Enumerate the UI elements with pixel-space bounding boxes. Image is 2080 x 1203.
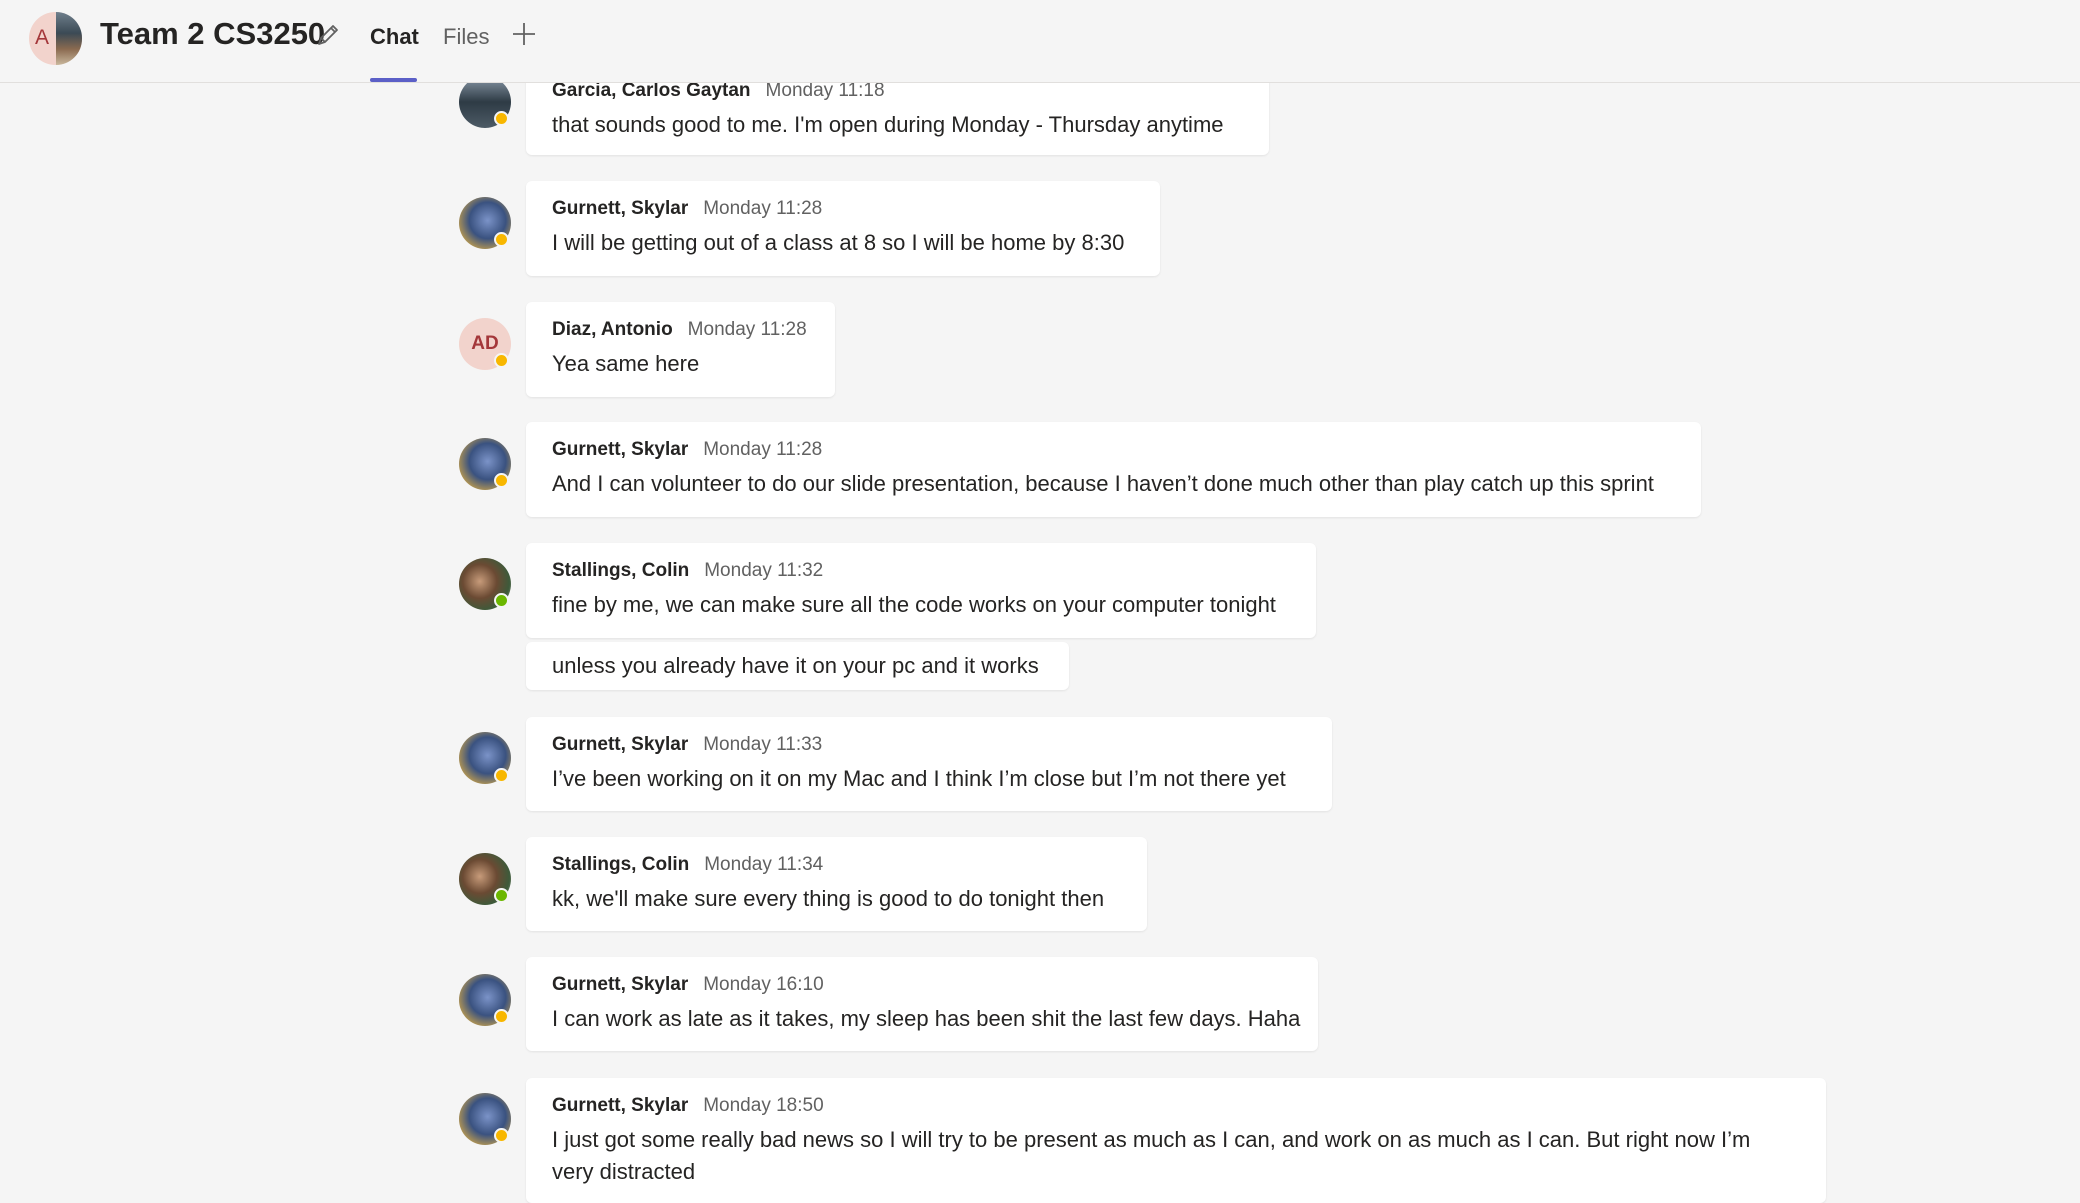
message-bubble[interactable]: Stallings, Colin Monday 11:34 kk, we'll m… bbox=[526, 837, 1147, 931]
tab-chat[interactable]: Chat bbox=[370, 24, 419, 50]
message-time: Monday 11:28 bbox=[703, 198, 823, 219]
message-text: kk, we'll make sure every thing is good … bbox=[552, 886, 1105, 911]
message-bubble[interactable]: Gurnett, Skylar Monday 11:28 And I can vo… bbox=[526, 422, 1701, 517]
message-time: Monday 11:34 bbox=[704, 854, 824, 875]
message-text: I can work as late as it takes, my sleep… bbox=[552, 1006, 1301, 1031]
presence-away-icon bbox=[494, 473, 509, 488]
message-sender: Stallings, Colin bbox=[552, 560, 690, 581]
chat-header: A Team 2 CS3250 Chat Files bbox=[0, 0, 2080, 83]
presence-away-icon bbox=[494, 1009, 509, 1024]
message-text: And I can volunteer to do our slide pres… bbox=[552, 471, 1654, 496]
message-sender: Gurnett, Skylar bbox=[552, 439, 689, 460]
message-bubble[interactable]: Gurnett, Skylar Monday 11:33 I’ve been wo… bbox=[526, 717, 1332, 811]
message-time: Monday 11:28 bbox=[687, 319, 807, 340]
message-text: fine by me, we can make sure all the cod… bbox=[552, 592, 1276, 617]
presence-away-icon bbox=[494, 353, 509, 368]
chat-thread: Garcia, Carlos Gaytan Monday 11:18 that s… bbox=[0, 0, 2080, 1203]
message-time: Monday 11:28 bbox=[703, 439, 823, 460]
group-avatar-photo bbox=[56, 12, 82, 65]
group-avatar[interactable]: A bbox=[29, 12, 82, 65]
presence-away-icon bbox=[494, 111, 509, 126]
message-text: I’ve been working on it on my Mac and I … bbox=[552, 766, 1286, 791]
message-time: Monday 18:50 bbox=[703, 1095, 824, 1116]
message-sender: Gurnett, Skylar bbox=[552, 198, 689, 219]
message-sender: Gurnett, Skylar bbox=[552, 1095, 689, 1116]
chat-title: Team 2 CS3250 bbox=[100, 16, 326, 51]
message-bubble-followup[interactable]: unless you already have it on your pc an… bbox=[526, 642, 1069, 690]
message-sender: Stallings, Colin bbox=[552, 854, 690, 875]
presence-away-icon bbox=[494, 1128, 509, 1143]
message-sender: Gurnett, Skylar bbox=[552, 734, 689, 755]
message-text: unless you already have it on your pc an… bbox=[552, 653, 1039, 678]
message-time: Monday 11:18 bbox=[765, 80, 885, 101]
message-bubble[interactable]: Gurnett, Skylar Monday 18:50 I just got s… bbox=[526, 1078, 1826, 1203]
message-text: that sounds good to me. I'm open during … bbox=[552, 112, 1224, 137]
message-text: I will be getting out of a class at 8 so… bbox=[552, 230, 1125, 255]
active-tab-indicator bbox=[370, 78, 417, 82]
message-time: Monday 11:32 bbox=[704, 560, 824, 581]
message-text: I just got some really bad news so I wil… bbox=[552, 1127, 1751, 1184]
presence-available-icon bbox=[494, 888, 509, 903]
message-time: Monday 16:10 bbox=[703, 974, 824, 995]
message-text: Yea same here bbox=[552, 351, 700, 376]
pencil-icon[interactable] bbox=[313, 20, 343, 50]
message-bubble[interactable]: Gurnett, Skylar Monday 16:10 I can work a… bbox=[526, 957, 1318, 1051]
message-bubble[interactable]: Stallings, Colin Monday 11:32 fine by me,… bbox=[526, 543, 1316, 638]
presence-away-icon bbox=[494, 768, 509, 783]
message-sender: Diaz, Antonio bbox=[552, 319, 673, 340]
message-sender: Garcia, Carlos Gaytan bbox=[552, 80, 751, 101]
message-time: Monday 11:33 bbox=[703, 734, 823, 755]
add-tab-icon[interactable] bbox=[510, 20, 538, 48]
message-bubble[interactable]: Diaz, Antonio Monday 11:28 Yea same here bbox=[526, 302, 835, 397]
message-bubble[interactable]: Gurnett, Skylar Monday 11:28 I will be ge… bbox=[526, 181, 1160, 276]
message-sender: Gurnett, Skylar bbox=[552, 974, 689, 995]
presence-available-icon bbox=[494, 593, 509, 608]
presence-away-icon bbox=[494, 232, 509, 247]
tab-files[interactable]: Files bbox=[443, 24, 489, 50]
